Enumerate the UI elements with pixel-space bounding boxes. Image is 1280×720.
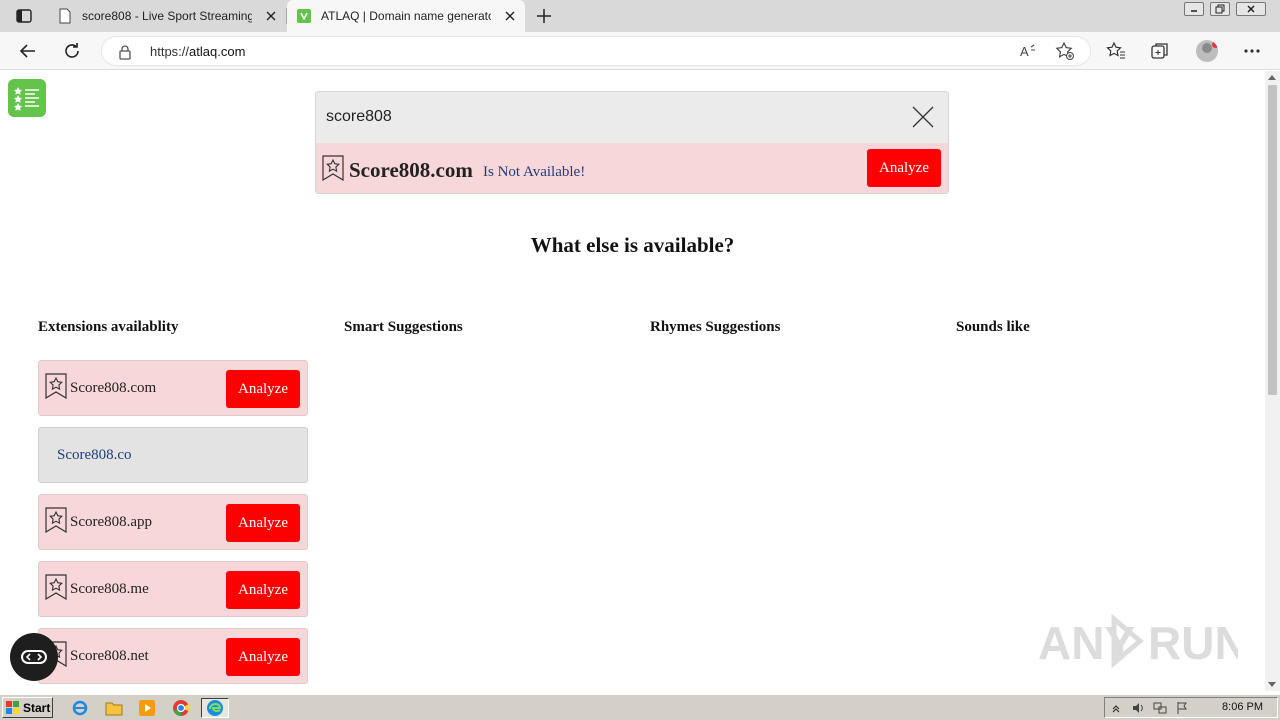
url-host: atlaq.com: [189, 44, 246, 59]
volume-icon[interactable]: [1131, 701, 1145, 715]
tab-atlaq[interactable]: ATLAQ | Domain name generator: [287, 0, 525, 32]
url-scheme: https://: [150, 44, 190, 59]
analyze-button[interactable]: Analyze: [226, 370, 300, 408]
extension-item: Score808.me Analyze: [38, 561, 308, 617]
domain-search-card: score808 Score808.com Is Not Available! …: [315, 91, 949, 194]
tab-actions-icon[interactable]: [10, 6, 38, 26]
extension-item[interactable]: Score808.co: [38, 427, 308, 483]
scroll-down-icon[interactable]: [1268, 682, 1276, 687]
notification-dot: [1212, 41, 1218, 48]
chrome-icon[interactable]: [169, 698, 193, 718]
analyze-button[interactable]: Analyze: [867, 149, 941, 187]
extension-domain: Score808.net: [70, 648, 149, 664]
chat-widget-button[interactable]: [10, 633, 58, 681]
result-domain: Score808.com: [349, 158, 473, 182]
start-button[interactable]: Start: [2, 697, 53, 718]
tab-title: score808 - Live Sport Streaming, V: [82, 9, 252, 23]
back-arrow-icon[interactable]: [18, 41, 38, 61]
bookmark-star-icon[interactable]: [45, 574, 67, 605]
restore-window-icon[interactable]: [1210, 2, 1230, 16]
new-tab-icon[interactable]: [534, 6, 554, 26]
main-result-row: Score808.com Is Not Available! Analyze: [316, 143, 948, 193]
tab-title: ATLAQ | Domain name generator: [321, 9, 491, 23]
scrollbar-thumb[interactable]: [1268, 85, 1277, 395]
close-tab-icon[interactable]: [264, 9, 278, 23]
system-tray: 8:06 PM: [1104, 697, 1278, 718]
edge-icon[interactable]: [201, 698, 229, 718]
file-explorer-icon[interactable]: [102, 698, 126, 718]
clear-search-icon[interactable]: [912, 106, 934, 128]
tab-bar: score808 - Live Sport Streaming, V ATLAQ…: [0, 0, 1280, 32]
browser-toolbar: https://atlaq.com A: [0, 32, 1280, 70]
minimize-window-icon[interactable]: [1184, 2, 1204, 16]
extension-item: Score808.app Analyze: [38, 494, 308, 550]
profile-avatar[interactable]: [1196, 40, 1218, 62]
extension-domain: Score808.app: [70, 514, 153, 530]
media-player-icon[interactable]: [135, 698, 159, 718]
atlaq-favicon-icon: [297, 8, 311, 24]
more-menu-icon[interactable]: [1242, 41, 1262, 61]
analyze-button[interactable]: Analyze: [226, 504, 300, 542]
analyze-button[interactable]: Analyze: [226, 571, 300, 609]
anyrun-watermark: ANY RUN: [1038, 609, 1248, 673]
extension-item: Score808.com Analyze: [38, 360, 308, 416]
extension-domain[interactable]: Score808.co: [57, 447, 132, 464]
svg-text:A: A: [1020, 44, 1029, 59]
extension-domain: Score808.com: [70, 380, 157, 396]
lock-icon[interactable]: [118, 44, 132, 65]
refresh-icon[interactable]: [62, 41, 82, 61]
add-favorite-icon[interactable]: [1055, 41, 1075, 61]
clock[interactable]: 8:06 PM: [1222, 701, 1263, 713]
extension-item: Score808.net Analyze: [38, 628, 308, 684]
column-heading-rhymes: Rhymes Suggestions: [650, 319, 781, 335]
extension-domain: Score808.me: [70, 581, 149, 597]
bookmark-star-icon[interactable]: [45, 373, 67, 404]
availability-status: Is Not Available!: [483, 164, 586, 180]
read-aloud-icon[interactable]: A: [1019, 41, 1039, 61]
page-scrollbar[interactable]: [1265, 71, 1280, 691]
column-heading-smart: Smart Suggestions: [344, 319, 463, 335]
chat-bubble-icon: [21, 650, 47, 664]
tab-score808[interactable]: score808 - Live Sport Streaming, V: [48, 0, 286, 32]
close-window-icon[interactable]: [1236, 2, 1266, 16]
close-tab-icon[interactable]: [503, 9, 517, 23]
bookmark-star-icon[interactable]: [45, 507, 67, 538]
watermark-logo: ANY RUN: [1038, 613, 1248, 669]
address-bar[interactable]: https://atlaq.com: [101, 36, 1091, 66]
action-center-flag-icon[interactable]: [1175, 701, 1189, 715]
scroll-up-icon[interactable]: [1268, 75, 1276, 80]
favorites-icon[interactable]: [1106, 41, 1126, 61]
show-hidden-icons-icon[interactable]: [1109, 701, 1123, 715]
search-row: score808: [316, 92, 948, 143]
start-label: Start: [23, 700, 51, 715]
avatar-head: [1202, 43, 1212, 53]
bookmark-star-icon[interactable]: [322, 155, 344, 186]
network-icon[interactable]: [1153, 701, 1167, 715]
star-list-icon: [13, 87, 39, 111]
page-icon: [58, 8, 72, 24]
collections-icon[interactable]: [1150, 41, 1170, 61]
page-content: score808 Score808.com Is Not Available! …: [0, 71, 1265, 691]
analyze-button[interactable]: Analyze: [226, 638, 300, 676]
internet-explorer-icon[interactable]: [68, 698, 92, 718]
favorites-list-button[interactable]: [8, 79, 46, 117]
column-heading-sounds-like: Sounds like: [956, 319, 1030, 335]
svg-text:RUN: RUN: [1148, 617, 1238, 669]
windows-taskbar: Start 8:06 PM: [0, 694, 1280, 720]
url-text[interactable]: https://atlaq.com: [150, 44, 245, 59]
windows-logo-icon: [6, 700, 20, 715]
column-heading-extensions: Extensions availablity: [38, 319, 179, 335]
section-heading: What else is available?: [530, 233, 735, 257]
search-input[interactable]: score808: [326, 108, 392, 126]
